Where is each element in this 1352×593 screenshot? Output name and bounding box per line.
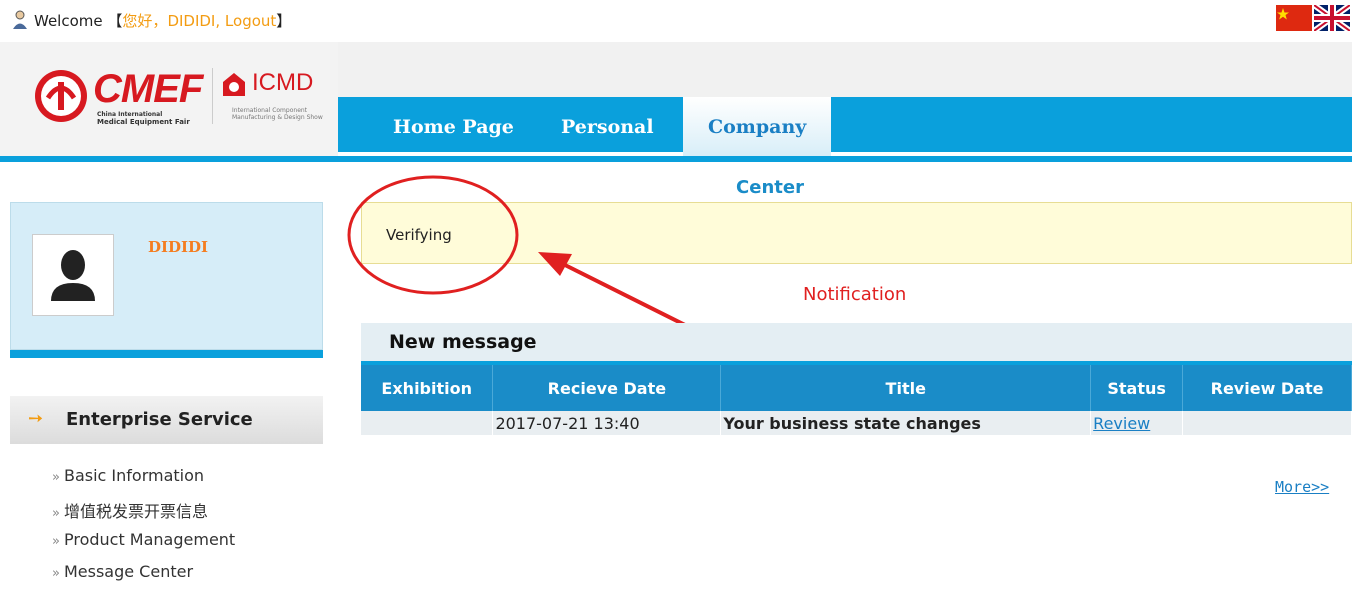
chevron-right-icon: » (52, 566, 60, 581)
avatar[interactable] (32, 234, 114, 316)
table-header-row: Exhibition Recieve Date Title Status Rev… (361, 365, 1352, 411)
enterprise-service-title: Enterprise Service (66, 409, 253, 430)
nav-company[interactable]: Company (708, 97, 806, 152)
nav-personal[interactable]: Personal (561, 97, 654, 152)
menu-label: 增值税发票开票信息 (63, 502, 208, 521)
menu-label: Product Management (63, 530, 236, 549)
cmef-emblem-icon (35, 70, 87, 122)
icmd-emblem-icon (223, 73, 245, 96)
col-title: Title (720, 365, 1092, 411)
cell-receive-date: 2017-07-21 13:40 (492, 411, 722, 435)
welcome-separator: , (215, 12, 225, 30)
header-band (338, 42, 1352, 97)
menu-basic-information[interactable]: » Basic Information (52, 466, 204, 485)
greeting-text: 您好， (122, 12, 168, 30)
icmd-logo-text: ICMD (252, 69, 314, 96)
menu-message-center[interactable]: » Message Center (52, 562, 193, 581)
cell-review-date (1182, 411, 1352, 435)
nav-home-page[interactable]: Home Page (393, 97, 514, 152)
icmd-subtitle-2: Manufacturing & Design Show (232, 114, 323, 121)
cell-exhibition (361, 411, 494, 435)
menu-label: Message Center (63, 562, 194, 581)
bracket-open: 【 (107, 12, 123, 30)
col-review-date: Review Date (1182, 365, 1352, 411)
chinese-flag-icon[interactable] (1276, 5, 1312, 31)
cmef-subtitle-2: Medical Equipment Fair (97, 118, 190, 126)
cell-status: Review (1090, 411, 1184, 435)
bracket-close: 】 (276, 12, 292, 30)
menu-vat-invoice-info[interactable]: » 增值税发票开票信息 (52, 498, 208, 522)
more-link[interactable]: More>> (1275, 478, 1329, 496)
annotation-label: Notification (803, 284, 907, 305)
message-table: Exhibition Recieve Date Title Status Rev… (361, 365, 1352, 435)
cmef-logo-text: CMEF (93, 67, 203, 111)
col-exhibition: Exhibition (361, 365, 494, 411)
nav-underline (0, 156, 1352, 162)
cmef-subtitle-1: China International (97, 111, 163, 118)
menu-product-management[interactable]: » Product Management (52, 530, 235, 549)
username-link[interactable]: DIDIDI (167, 12, 215, 30)
table-row: 2017-07-21 13:40 Your business state cha… (361, 411, 1352, 435)
profile-bottom-bar (10, 350, 323, 358)
chevron-right-icon: » (52, 506, 60, 521)
menu-label: Basic Information (63, 466, 205, 485)
arrow-right-icon: ➙ (28, 408, 44, 429)
welcome-text: Welcome 【您好，DIDIDI, Logout】 (34, 12, 291, 30)
profile-username: DIDIDI (148, 238, 209, 256)
icmd-subtitle-1: International Component (232, 107, 308, 114)
user-icon (13, 10, 27, 29)
new-message-title: New message (389, 331, 537, 353)
col-status: Status (1090, 365, 1184, 411)
person-silhouette-icon (51, 250, 95, 301)
logo-divider (212, 68, 213, 124)
chevron-right-icon: » (52, 534, 60, 549)
review-link[interactable]: Review (1093, 414, 1150, 433)
annotation-circle (347, 175, 519, 295)
uk-flag-icon[interactable] (1312, 2, 1352, 34)
cell-title: Your business state changes (720, 411, 1092, 435)
col-receive-date: Recieve Date (492, 365, 722, 411)
welcome-label: Welcome (34, 12, 103, 30)
logout-link[interactable]: Logout (225, 12, 276, 30)
chevron-right-icon: » (52, 470, 60, 485)
